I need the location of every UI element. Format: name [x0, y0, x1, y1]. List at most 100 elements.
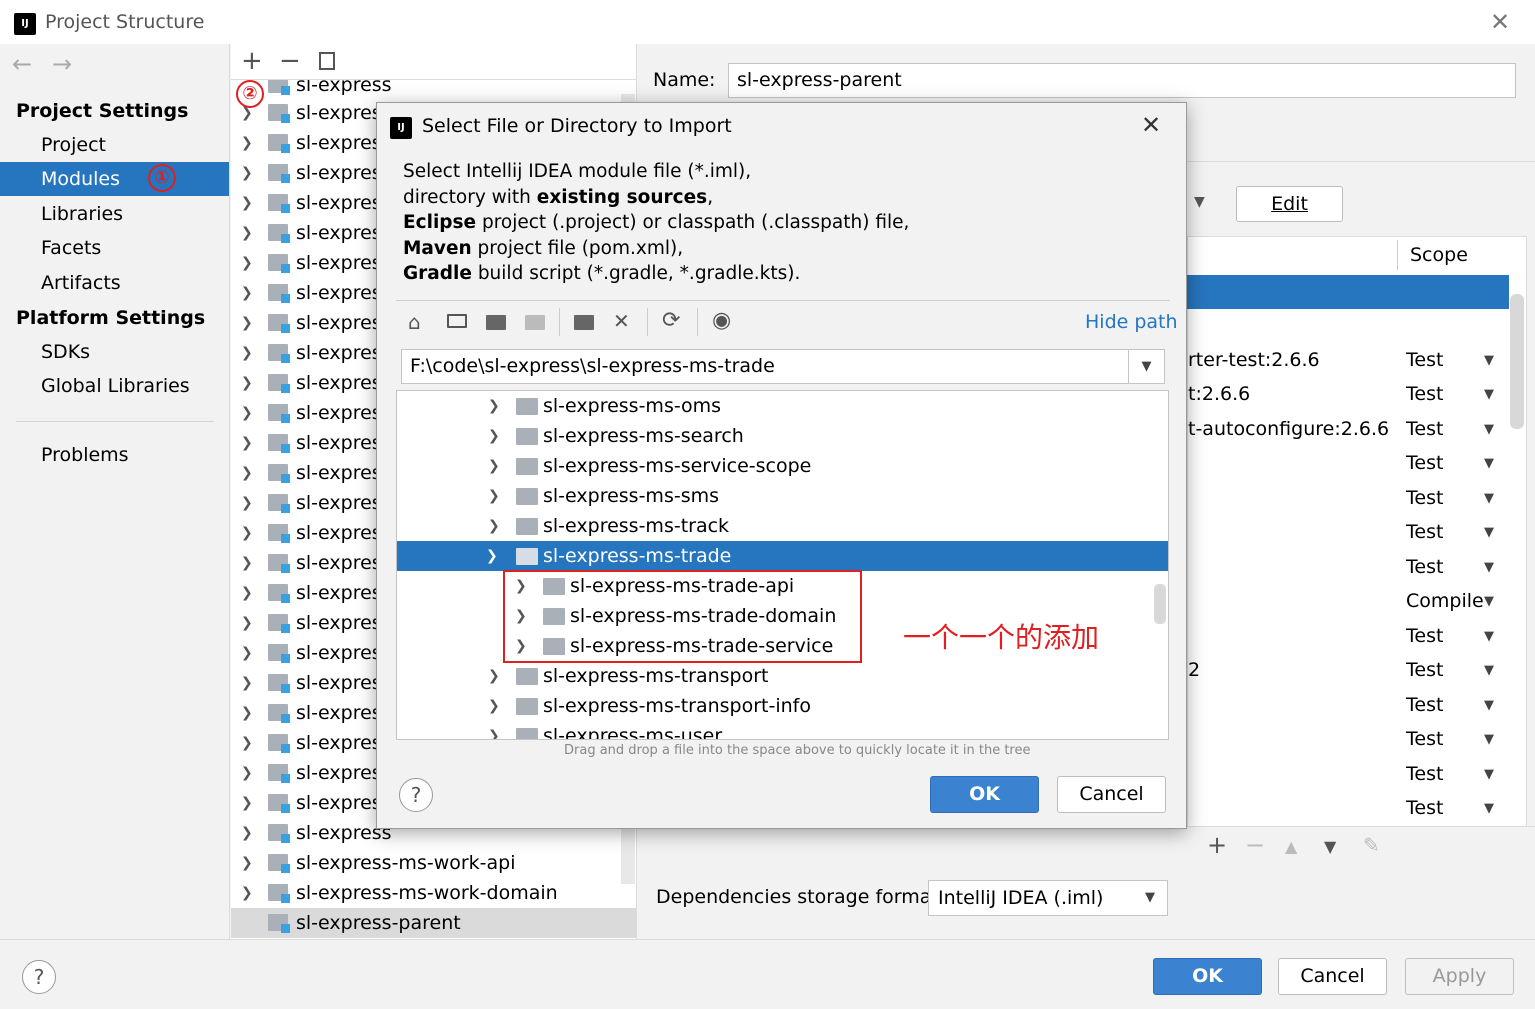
scope-value[interactable]: Test — [1406, 521, 1443, 543]
dialog-cancel-button[interactable]: Cancel — [1057, 776, 1166, 813]
help-icon[interactable]: ? — [399, 778, 433, 812]
name-input[interactable]: sl-express-parent — [728, 63, 1516, 98]
chevron-down-icon[interactable]: ▼ — [1484, 594, 1494, 609]
forward-arrow-icon[interactable]: → — [52, 50, 72, 78]
edit-button[interactable]: Edit — [1236, 186, 1343, 222]
scope-value[interactable]: Test — [1406, 556, 1443, 578]
ok-button[interactable]: OK — [1153, 958, 1262, 995]
chevron-down-icon[interactable]: ▼ — [1484, 629, 1494, 644]
chevron-right-icon[interactable]: ❯ — [488, 661, 500, 691]
tree-item[interactable]: ❯ sl-express-ms-sms — [397, 481, 1168, 511]
chevron-down-icon[interactable]: ▼ — [1484, 698, 1494, 713]
chevron-right-icon[interactable]: ❯ — [241, 278, 253, 308]
home-icon[interactable]: ⌂ — [408, 310, 421, 334]
chevron-down-icon[interactable]: ▼ — [1484, 801, 1494, 816]
tree-item[interactable]: ❯ sl-express-ms-user — [397, 721, 1168, 739]
desktop-icon[interactable] — [447, 314, 467, 328]
add-icon[interactable]: + — [241, 46, 263, 76]
scrollbar[interactable] — [1510, 294, 1524, 429]
chevron-right-icon[interactable]: ❯ — [241, 698, 253, 728]
chevron-down-icon[interactable]: ▼ — [1484, 560, 1494, 575]
scope-value[interactable]: Compile — [1406, 590, 1484, 612]
chevron-right-icon[interactable]: ❯ — [241, 668, 253, 698]
chevron-right-icon[interactable]: ❯ — [241, 608, 253, 638]
chevron-down-icon[interactable]: ▼ — [1194, 194, 1205, 210]
chevron-right-icon[interactable]: ❯ — [241, 338, 253, 368]
tree-item[interactable]: ❯ sl-express-ms-service-scope — [397, 451, 1168, 481]
chevron-right-icon[interactable]: ❯ — [488, 691, 500, 721]
move-up-icon[interactable]: ▲ — [1285, 837, 1297, 856]
scope-value[interactable]: Test — [1406, 728, 1443, 750]
storage-format-select[interactable]: IntelliJ IDEA (.iml) ▼ — [928, 880, 1168, 916]
chevron-right-icon[interactable]: ❯ — [488, 451, 500, 481]
chevron-right-icon[interactable]: ❯ — [241, 818, 253, 848]
sidebar-item-libraries[interactable]: Libraries — [0, 197, 229, 231]
list-item[interactable]: sl-express — [231, 80, 621, 100]
chevron-down-icon[interactable]: ❯ — [486, 541, 498, 571]
chevron-down-icon[interactable]: ▼ — [1484, 353, 1494, 368]
refresh-icon[interactable]: ⟳ — [662, 308, 680, 333]
chevron-down-icon[interactable]: ▼ — [1484, 732, 1494, 747]
list-item-selected[interactable]: sl-express-parent — [231, 908, 636, 938]
scope-value[interactable]: Test — [1406, 659, 1443, 681]
close-icon[interactable]: ✕ — [1490, 8, 1510, 36]
chevron-down-icon[interactable]: ▼ — [1484, 525, 1494, 540]
chevron-down-icon[interactable]: ▼ — [1484, 491, 1494, 506]
chevron-right-icon[interactable]: ❯ — [241, 638, 253, 668]
table-row-selected[interactable] — [1187, 275, 1509, 309]
scope-value[interactable]: Test — [1406, 797, 1443, 819]
hide-path-link[interactable]: Hide path — [1085, 311, 1178, 333]
help-icon[interactable]: ? — [22, 960, 56, 994]
sidebar-item-global-libraries[interactable]: Global Libraries — [0, 369, 229, 403]
chevron-down-icon[interactable]: ▼ — [1484, 663, 1494, 678]
chevron-right-icon[interactable]: ❯ — [241, 758, 253, 788]
module-folder-icon[interactable] — [525, 315, 545, 330]
chevron-right-icon[interactable]: ❯ — [488, 481, 500, 511]
scope-value[interactable]: Test — [1406, 349, 1443, 371]
chevron-right-icon[interactable]: ❯ — [241, 878, 253, 908]
chevron-right-icon[interactable]: ❯ — [241, 548, 253, 578]
chevron-right-icon[interactable]: ❯ — [241, 218, 253, 248]
tree-item-selected[interactable]: ❯ sl-express-ms-trade — [397, 541, 1168, 571]
copy-icon[interactable] — [319, 52, 335, 70]
scope-value[interactable]: Test — [1406, 625, 1443, 647]
project-folder-icon[interactable] — [486, 315, 506, 330]
chevron-right-icon[interactable]: ❯ — [241, 308, 253, 338]
chevron-down-icon[interactable]: ▼ — [1128, 350, 1164, 383]
remove-icon[interactable]: − — [279, 46, 301, 76]
tree-item[interactable]: ❯ sl-express-ms-oms — [397, 391, 1168, 421]
cancel-button[interactable]: Cancel — [1278, 958, 1387, 995]
scope-value[interactable]: Test — [1406, 487, 1443, 509]
chevron-right-icon[interactable]: ❯ — [241, 578, 253, 608]
remove-icon[interactable]: − — [1245, 831, 1265, 859]
chevron-down-icon[interactable]: ▼ — [1484, 387, 1494, 402]
back-arrow-icon[interactable]: ← — [12, 50, 32, 78]
add-icon[interactable]: + — [1207, 831, 1227, 859]
chevron-right-icon[interactable]: ❯ — [241, 128, 253, 158]
chevron-right-icon[interactable]: ❯ — [241, 518, 253, 548]
chevron-right-icon[interactable]: ❯ — [241, 398, 253, 428]
show-hidden-icon[interactable]: ◉ — [712, 308, 731, 333]
dialog-ok-button[interactable]: OK — [930, 776, 1039, 813]
chevron-down-icon[interactable]: ▼ — [1484, 767, 1494, 782]
chevron-right-icon[interactable]: ❯ — [241, 788, 253, 818]
chevron-right-icon[interactable]: ❯ — [241, 158, 253, 188]
chevron-right-icon[interactable]: ❯ — [488, 511, 500, 541]
list-item[interactable]: ❯ sl-express-ms-work-domain — [231, 878, 621, 908]
path-input[interactable]: F:\code\sl-express\sl-express-ms-trade ▼ — [401, 349, 1165, 384]
move-down-icon[interactable]: ▼ — [1324, 837, 1336, 856]
sidebar-item-facets[interactable]: Facets — [0, 231, 229, 265]
scope-value[interactable]: Test — [1406, 452, 1443, 474]
chevron-right-icon[interactable]: ❯ — [241, 368, 253, 398]
scope-value[interactable]: Test — [1406, 418, 1443, 440]
sidebar-item-project[interactable]: Project — [0, 128, 229, 162]
list-item[interactable]: ❯ sl-express-ms-work-api — [231, 848, 621, 878]
chevron-right-icon[interactable]: ❯ — [241, 248, 253, 278]
scope-value[interactable]: Test — [1406, 694, 1443, 716]
close-icon[interactable]: ✕ — [1141, 111, 1161, 139]
chevron-right-icon[interactable]: ❯ — [488, 721, 500, 739]
chevron-right-icon[interactable]: ❯ — [488, 421, 500, 451]
edit-pencil-icon[interactable]: ✎ — [1363, 833, 1380, 857]
sidebar-item-problems[interactable]: Problems — [0, 438, 229, 472]
chevron-right-icon[interactable]: ❯ — [241, 188, 253, 218]
